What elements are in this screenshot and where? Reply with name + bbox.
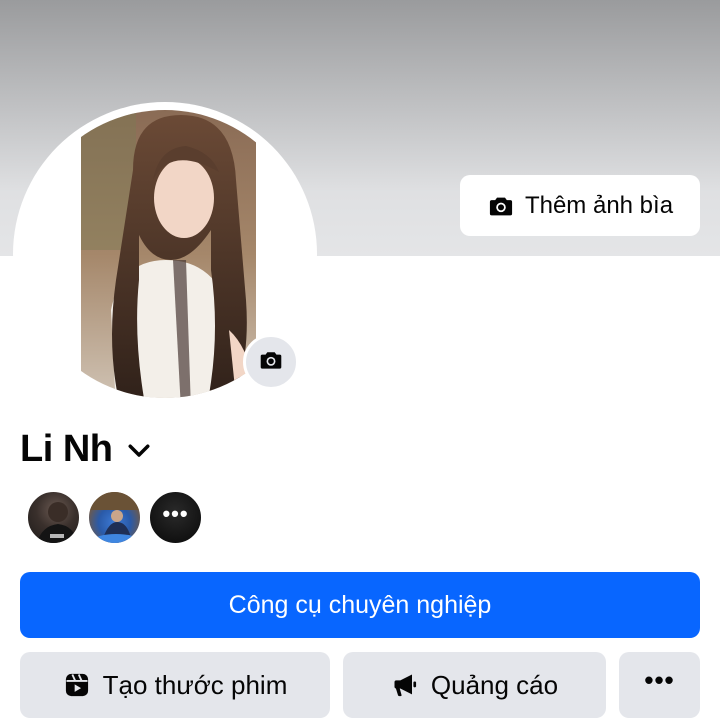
profile-name: Li Nh — [20, 428, 113, 470]
profile-name-row[interactable]: Li Nh — [20, 428, 154, 471]
chevron-down-icon[interactable] — [124, 435, 154, 465]
professional-tools-label: Công cụ chuyên nghiệp — [228, 590, 492, 619]
friends-preview[interactable]: ••• — [26, 490, 203, 545]
friend-avatar[interactable] — [26, 490, 81, 545]
more-icon: ••• — [644, 664, 675, 695]
add-cover-photo-button[interactable]: Thêm ảnh bìa — [460, 175, 700, 236]
create-reel-label: Tạo thước phim — [102, 669, 288, 700]
reel-icon — [63, 671, 91, 699]
more-icon: ••• — [162, 500, 189, 526]
friend-avatar[interactable]: ••• — [148, 490, 203, 545]
camera-icon — [487, 192, 515, 220]
edit-profile-picture-button[interactable] — [243, 334, 299, 390]
ads-button[interactable]: Quảng cáo — [343, 652, 606, 718]
ads-label: Quảng cáo — [430, 669, 559, 700]
professional-tools-button[interactable]: Công cụ chuyên nghiệp — [20, 572, 700, 638]
create-reel-button[interactable]: Tạo thước phim — [20, 652, 330, 718]
add-cover-photo-label: Thêm ảnh bìa — [524, 191, 674, 219]
megaphone-icon — [391, 671, 419, 699]
camera-icon — [258, 347, 284, 378]
more-options-button[interactable]: ••• — [619, 652, 700, 718]
friend-avatar[interactable] — [87, 490, 142, 545]
